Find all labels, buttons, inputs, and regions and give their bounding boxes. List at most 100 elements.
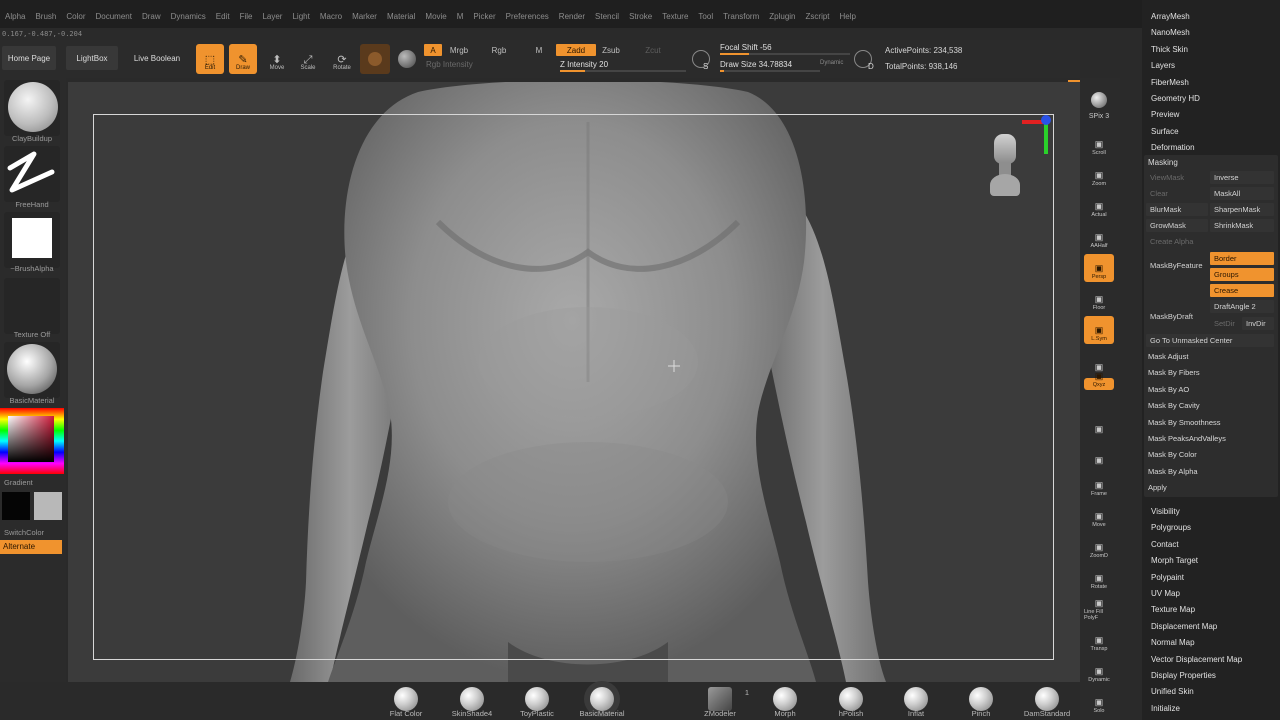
menu-stencil[interactable]: Stencil xyxy=(590,12,624,21)
blur-mask-button[interactable]: BlurMask xyxy=(1146,203,1208,216)
menu-transform[interactable]: Transform xyxy=(718,12,764,21)
clear-mask-button[interactable]: Clear xyxy=(1146,187,1208,200)
subpalette-fibermesh[interactable]: FiberMesh xyxy=(1151,78,1189,87)
3d-viewport[interactable] xyxy=(68,82,1080,682)
view-button-10[interactable]: ▣ xyxy=(1084,440,1114,468)
view-button-rotate[interactable]: ▣ Rotate xyxy=(1084,564,1114,592)
mask-all-button[interactable]: MaskAll xyxy=(1210,187,1274,200)
subpalette-vector-displacement-map[interactable]: Vector Displacement Map xyxy=(1151,655,1242,664)
menu-stroke[interactable]: Stroke xyxy=(624,12,657,21)
menu-material[interactable]: Material xyxy=(382,12,420,21)
color-picker[interactable] xyxy=(0,408,64,474)
zmodeler-icon[interactable] xyxy=(708,687,732,711)
go-to-unmasked-center-button[interactable]: Go To Unmasked Center xyxy=(1146,334,1274,347)
shrink-mask-button[interactable]: ShrinkMask xyxy=(1210,219,1274,232)
mask-item-mask-by-cavity[interactable]: Mask By Cavity xyxy=(1148,401,1200,410)
mask-item-mask-by-ao[interactable]: Mask By AO xyxy=(1148,385,1189,394)
shelf-label-hpolish[interactable]: hPolish xyxy=(839,709,864,718)
mask-item-mask-by-fibers[interactable]: Mask By Fibers xyxy=(1148,368,1200,377)
shelf-label-flat-color[interactable]: Flat Color xyxy=(390,709,423,718)
menu-render[interactable]: Render xyxy=(554,12,590,21)
mask-item-mask-by-smoothness[interactable]: Mask By Smoothness xyxy=(1148,418,1221,427)
subpalette-thick-skin[interactable]: Thick Skin xyxy=(1151,45,1188,54)
menu-preferences[interactable]: Preferences xyxy=(501,12,554,21)
menu-movie[interactable]: Movie xyxy=(420,12,451,21)
create-alpha-button[interactable]: Create Alpha xyxy=(1146,235,1274,248)
menu-picker[interactable]: Picker xyxy=(468,12,500,21)
inv-dir-button[interactable]: InvDir xyxy=(1242,317,1274,330)
home-page-button[interactable]: Home Page xyxy=(2,46,56,70)
menu-light[interactable]: Light xyxy=(287,12,314,21)
alpha-thumbnail[interactable] xyxy=(4,212,60,268)
subpalette-morph-target[interactable]: Morph Target xyxy=(1151,556,1198,565)
zcut-toggle[interactable]: Zcut xyxy=(642,44,664,56)
mask-item-mask-by-color[interactable]: Mask By Color xyxy=(1148,450,1197,459)
subpalette-display-properties[interactable]: Display Properties xyxy=(1151,671,1216,680)
shelf-label-skinshade4[interactable]: SkinShade4 xyxy=(452,709,492,718)
subpalette-deformation[interactable]: Deformation xyxy=(1151,143,1195,152)
mask-item-mask-adjust[interactable]: Mask Adjust xyxy=(1148,352,1188,361)
menu-alpha[interactable]: Alpha xyxy=(0,12,30,21)
scale-button[interactable]: ⤢ Scale xyxy=(294,44,322,74)
view-button-move[interactable]: ▣ Move xyxy=(1084,502,1114,530)
shelf-label-basicmaterial[interactable]: BasicMaterial xyxy=(579,709,624,718)
mrgb-toggle[interactable]: Mrgb xyxy=(446,44,472,56)
subpalette-surface[interactable]: Surface xyxy=(1151,127,1179,136)
view-button-scroll[interactable]: ▣ Scroll xyxy=(1084,130,1114,158)
menu-layer[interactable]: Layer xyxy=(257,12,287,21)
view-button-transp[interactable]: ▣ Transp xyxy=(1084,626,1114,654)
material-thumbnail[interactable] xyxy=(4,342,60,398)
subpalette-initialize[interactable]: Initialize xyxy=(1151,704,1180,713)
view-button-dynamic[interactable]: ▣ Dynamic xyxy=(1084,657,1114,685)
color-sphere-icon[interactable] xyxy=(398,50,416,68)
subpalette-unified-skin[interactable]: Unified Skin xyxy=(1151,687,1194,696)
subpalette-preview[interactable]: Preview xyxy=(1151,110,1179,119)
secondary-color-swatch[interactable] xyxy=(34,492,62,520)
inflat-icon[interactable] xyxy=(904,687,928,711)
menu-draw[interactable]: Draw xyxy=(137,12,166,21)
dynamic-toggle[interactable]: Dynamic xyxy=(820,60,843,66)
subpalette-uv-map[interactable]: UV Map xyxy=(1151,589,1180,598)
m-toggle[interactable]: M xyxy=(530,44,548,56)
crease-toggle[interactable]: Crease xyxy=(1210,284,1274,297)
mask-by-draft-button[interactable]: MaskByDraft xyxy=(1146,310,1208,323)
shelf-label-morph[interactable]: Morph xyxy=(774,709,795,718)
focal-shift-slider[interactable]: Focal Shift -56 xyxy=(720,43,850,55)
basicmaterial-icon[interactable] xyxy=(590,687,614,711)
view-button-line-fill-polyf[interactable]: ▣ Line Fill PolyF xyxy=(1084,595,1114,623)
subpalette-polygroups[interactable]: Polygroups xyxy=(1151,523,1191,532)
morph-icon[interactable] xyxy=(773,687,797,711)
view-button-9[interactable]: ▣ xyxy=(1084,409,1114,437)
material-swatch-button[interactable] xyxy=(360,44,390,74)
axis-gizmo-icon[interactable] xyxy=(1016,114,1056,158)
menu-texture[interactable]: Texture xyxy=(657,12,693,21)
move-button[interactable]: ⬍ Move xyxy=(263,44,291,74)
color-picker-square[interactable] xyxy=(8,416,54,462)
rgb-intensity-slider[interactable]: Rgb Intensity xyxy=(426,60,552,72)
view-button-frame[interactable]: ▣ Frame xyxy=(1084,471,1114,499)
set-dir-button[interactable]: SetDir xyxy=(1210,317,1240,330)
zadd-toggle[interactable]: Zadd xyxy=(556,44,596,56)
menu-zplugin[interactable]: Zplugin xyxy=(764,12,800,21)
flat-color-icon[interactable] xyxy=(394,687,418,711)
view-button-persp[interactable]: ▣ Persp xyxy=(1084,254,1114,282)
damstandard-icon[interactable] xyxy=(1035,687,1059,711)
draw-button[interactable]: ✎ Draw xyxy=(229,44,257,74)
spix-slider[interactable]: SPix 3 xyxy=(1084,108,1114,122)
switch-color-button[interactable]: SwitchColor xyxy=(4,528,64,537)
mask-item-mask-peaksandvalleys[interactable]: Mask PeaksAndValleys xyxy=(1148,434,1226,443)
rotate-button[interactable]: ⟳ Rotate xyxy=(328,44,356,74)
subpalette-polypaint[interactable]: Polypaint xyxy=(1151,573,1184,582)
alternate-button[interactable]: Alternate xyxy=(0,540,62,554)
menu-tool[interactable]: Tool xyxy=(693,12,718,21)
masking-title[interactable]: Masking xyxy=(1148,158,1178,167)
view-button-actual[interactable]: ▣ Actual xyxy=(1084,192,1114,220)
subpalette-arraymesh[interactable]: ArrayMesh xyxy=(1151,12,1190,21)
inverse-button[interactable]: Inverse xyxy=(1210,171,1274,184)
viewmask-button[interactable]: ViewMask xyxy=(1146,171,1208,184)
shelf-label-pinch[interactable]: Pinch xyxy=(972,709,991,718)
view-button-l-sym[interactable]: ▣ L.Sym xyxy=(1084,316,1114,344)
view-button-aahalf[interactable]: ▣ AAHalf xyxy=(1084,223,1114,251)
subpalette-contact[interactable]: Contact xyxy=(1151,540,1179,549)
skinshade4-icon[interactable] xyxy=(460,687,484,711)
